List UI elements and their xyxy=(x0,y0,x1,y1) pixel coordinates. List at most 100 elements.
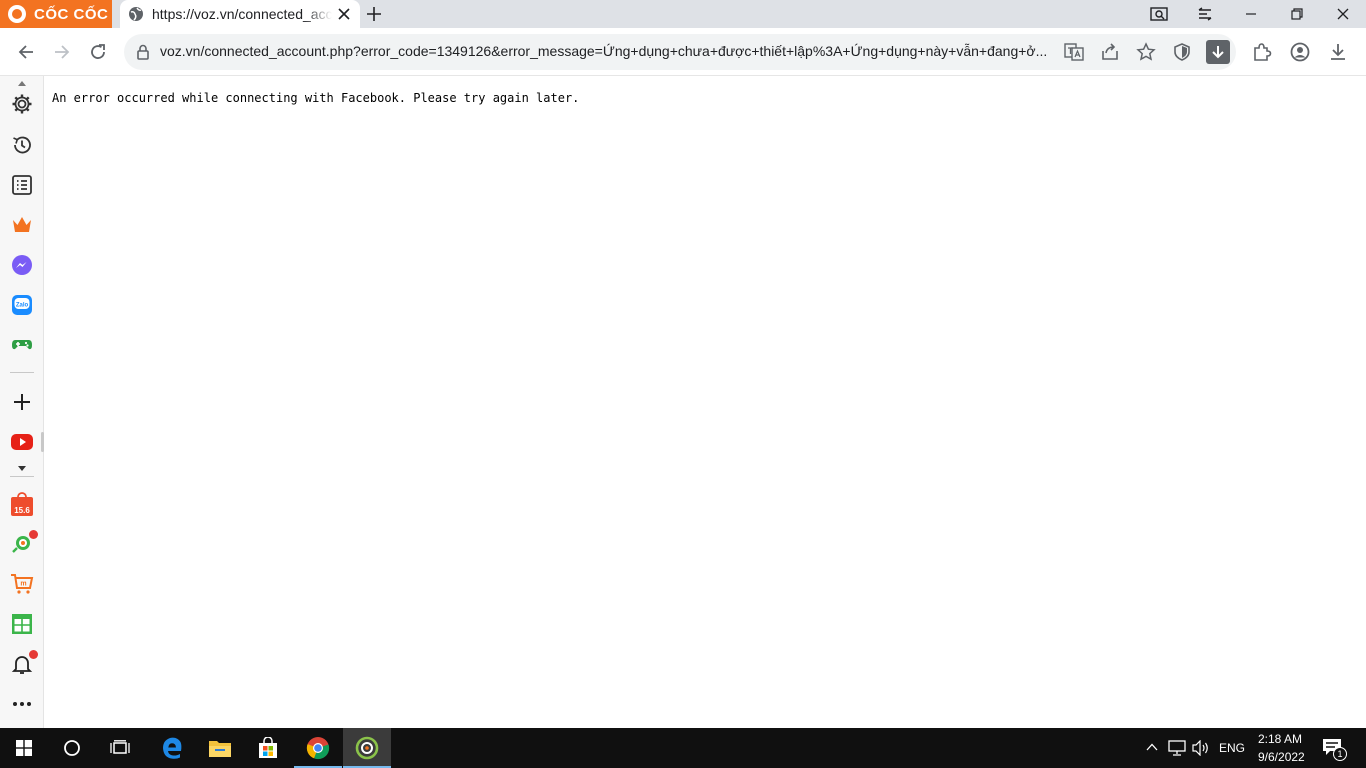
downloads-button[interactable] xyxy=(1324,38,1352,66)
minimize-button[interactable] xyxy=(1228,0,1274,28)
new-tab-icon[interactable] xyxy=(364,4,384,24)
lock-icon[interactable] xyxy=(136,44,150,60)
sidebar-shopping-deal[interactable]: 15.6 xyxy=(10,492,34,516)
gamepad-icon xyxy=(12,340,32,350)
shopping-bag-icon: 15.6 xyxy=(11,492,33,516)
sidebar-messenger[interactable] xyxy=(10,253,34,277)
taskbar-chrome[interactable] xyxy=(294,728,342,768)
input-language[interactable]: ENG xyxy=(1219,741,1245,755)
tab-switch-icon xyxy=(1198,7,1212,21)
sidebar-divider xyxy=(10,372,34,373)
sidebar-history[interactable] xyxy=(10,133,34,157)
download-arrow-icon xyxy=(1212,46,1224,59)
cart-icon: m xyxy=(11,574,34,594)
error-message: An error occurred while connecting with … xyxy=(52,91,580,105)
sidebar-coccoc-shopping[interactable] xyxy=(10,530,38,556)
tab-search-icon xyxy=(1150,7,1168,21)
url-text[interactable]: voz.vn/connected_account.php?error_code=… xyxy=(160,43,1056,59)
adblock-shield-icon[interactable] xyxy=(1172,42,1192,62)
extensions-button[interactable] xyxy=(1248,38,1276,66)
sidebar-add-button[interactable] xyxy=(10,390,34,414)
sidebar-zalo[interactable]: Zalo xyxy=(10,293,34,317)
reload-button[interactable] xyxy=(84,38,112,66)
store-bag-icon xyxy=(259,737,277,758)
action-center-button[interactable]: 1 xyxy=(1322,738,1350,761)
sidebar-youtube[interactable] xyxy=(10,430,34,454)
download-icon xyxy=(1331,44,1345,60)
minimize-icon xyxy=(1246,13,1256,15)
crown-icon xyxy=(13,217,31,232)
expand-more-icon[interactable] xyxy=(18,466,26,472)
zalo-icon: Zalo xyxy=(12,295,32,315)
back-arrow-icon xyxy=(18,45,33,59)
scroll-up-icon[interactable] xyxy=(18,80,26,86)
switch-tabs-button[interactable] xyxy=(1182,0,1228,28)
translate-icon[interactable] xyxy=(1064,42,1084,62)
taskbar-file-explorer[interactable] xyxy=(196,728,244,768)
clock-date[interactable]: 9/6/2022 xyxy=(1258,750,1305,764)
list-icon xyxy=(12,175,32,195)
search-circle-icon xyxy=(64,740,80,756)
sidebar-divider-2 xyxy=(10,476,34,477)
sidebar-more-button[interactable] xyxy=(10,692,34,716)
windows-logo-icon xyxy=(16,740,32,756)
clock-time[interactable]: 2:18 AM xyxy=(1258,732,1302,746)
edge-icon xyxy=(163,737,182,759)
coccoc-browser-icon xyxy=(355,736,379,760)
sidebar-notifications[interactable] xyxy=(10,650,38,676)
chrome-icon xyxy=(306,737,330,760)
brand-name: CỐC CỐC xyxy=(34,5,109,23)
sidebar: Zalo 15.6 m xyxy=(0,76,44,728)
title-bar: CỐC CỐC https://voz.vn/connected_account… xyxy=(0,0,1366,28)
back-button[interactable] xyxy=(12,38,40,66)
search-button[interactable] xyxy=(48,728,96,768)
puzzle-icon xyxy=(1254,43,1272,61)
taskbar-coccoc-active[interactable] xyxy=(343,728,391,768)
sidebar-settings[interactable] xyxy=(10,92,34,116)
sidebar-news[interactable] xyxy=(10,612,34,636)
close-window-button[interactable] xyxy=(1320,0,1366,28)
browser-toolbar: voz.vn/connected_account.php?error_code=… xyxy=(0,28,1366,76)
search-tabs-button[interactable] xyxy=(1136,0,1182,28)
history-icon xyxy=(13,136,31,154)
address-bar[interactable]: voz.vn/connected_account.php?error_code=… xyxy=(124,34,1236,70)
windows-taskbar: ENG 2:18 AM 9/6/2022 1 xyxy=(0,728,1366,768)
restore-icon xyxy=(1291,8,1303,20)
restore-button[interactable] xyxy=(1274,0,1320,28)
folder-icon xyxy=(209,741,231,757)
gear-icon xyxy=(12,94,32,114)
share-icon[interactable] xyxy=(1100,42,1120,62)
page-content: An error occurred while connecting with … xyxy=(44,77,1366,728)
sidebar-coccoc-rewards[interactable] xyxy=(10,213,34,237)
globe-icon xyxy=(129,7,143,21)
taskbar-edge[interactable] xyxy=(148,728,196,768)
plus-icon xyxy=(14,394,30,410)
task-view-button[interactable] xyxy=(96,728,144,768)
active-tab[interactable]: https://voz.vn/connected_account.php?err… xyxy=(120,0,360,28)
close-tab-icon[interactable] xyxy=(336,6,352,22)
svg-text:Zalo: Zalo xyxy=(16,302,29,308)
sidebar-reading-list[interactable] xyxy=(10,173,34,197)
more-dots-icon xyxy=(13,702,31,706)
forward-arrow-icon xyxy=(55,45,70,59)
bookmark-star-icon[interactable] xyxy=(1136,42,1156,62)
coccoc-menu-button[interactable]: CỐC CỐC xyxy=(0,0,112,28)
taskbar-store[interactable] xyxy=(244,728,292,768)
sidebar-games[interactable] xyxy=(10,332,34,356)
profile-button[interactable] xyxy=(1286,38,1314,66)
network-icon[interactable] xyxy=(1168,740,1186,756)
show-hidden-icons-chevron-icon[interactable] xyxy=(1146,742,1158,752)
tab-title: https://voz.vn/connected_account.php?err… xyxy=(152,6,332,22)
close-window-icon xyxy=(1337,8,1349,20)
profile-avatar-icon xyxy=(1290,42,1310,62)
youtube-icon xyxy=(11,434,33,450)
notification-count-badge: 1 xyxy=(1333,747,1347,761)
news-icon xyxy=(12,614,32,634)
notification-dot xyxy=(29,650,38,659)
start-button[interactable] xyxy=(0,728,48,768)
volume-icon[interactable] xyxy=(1192,740,1210,756)
savior-download-button[interactable] xyxy=(1206,40,1230,64)
deal-badge-text: 15.6 xyxy=(14,506,30,515)
sidebar-coccoc-mart[interactable]: m xyxy=(10,572,34,596)
forward-button[interactable] xyxy=(48,38,76,66)
